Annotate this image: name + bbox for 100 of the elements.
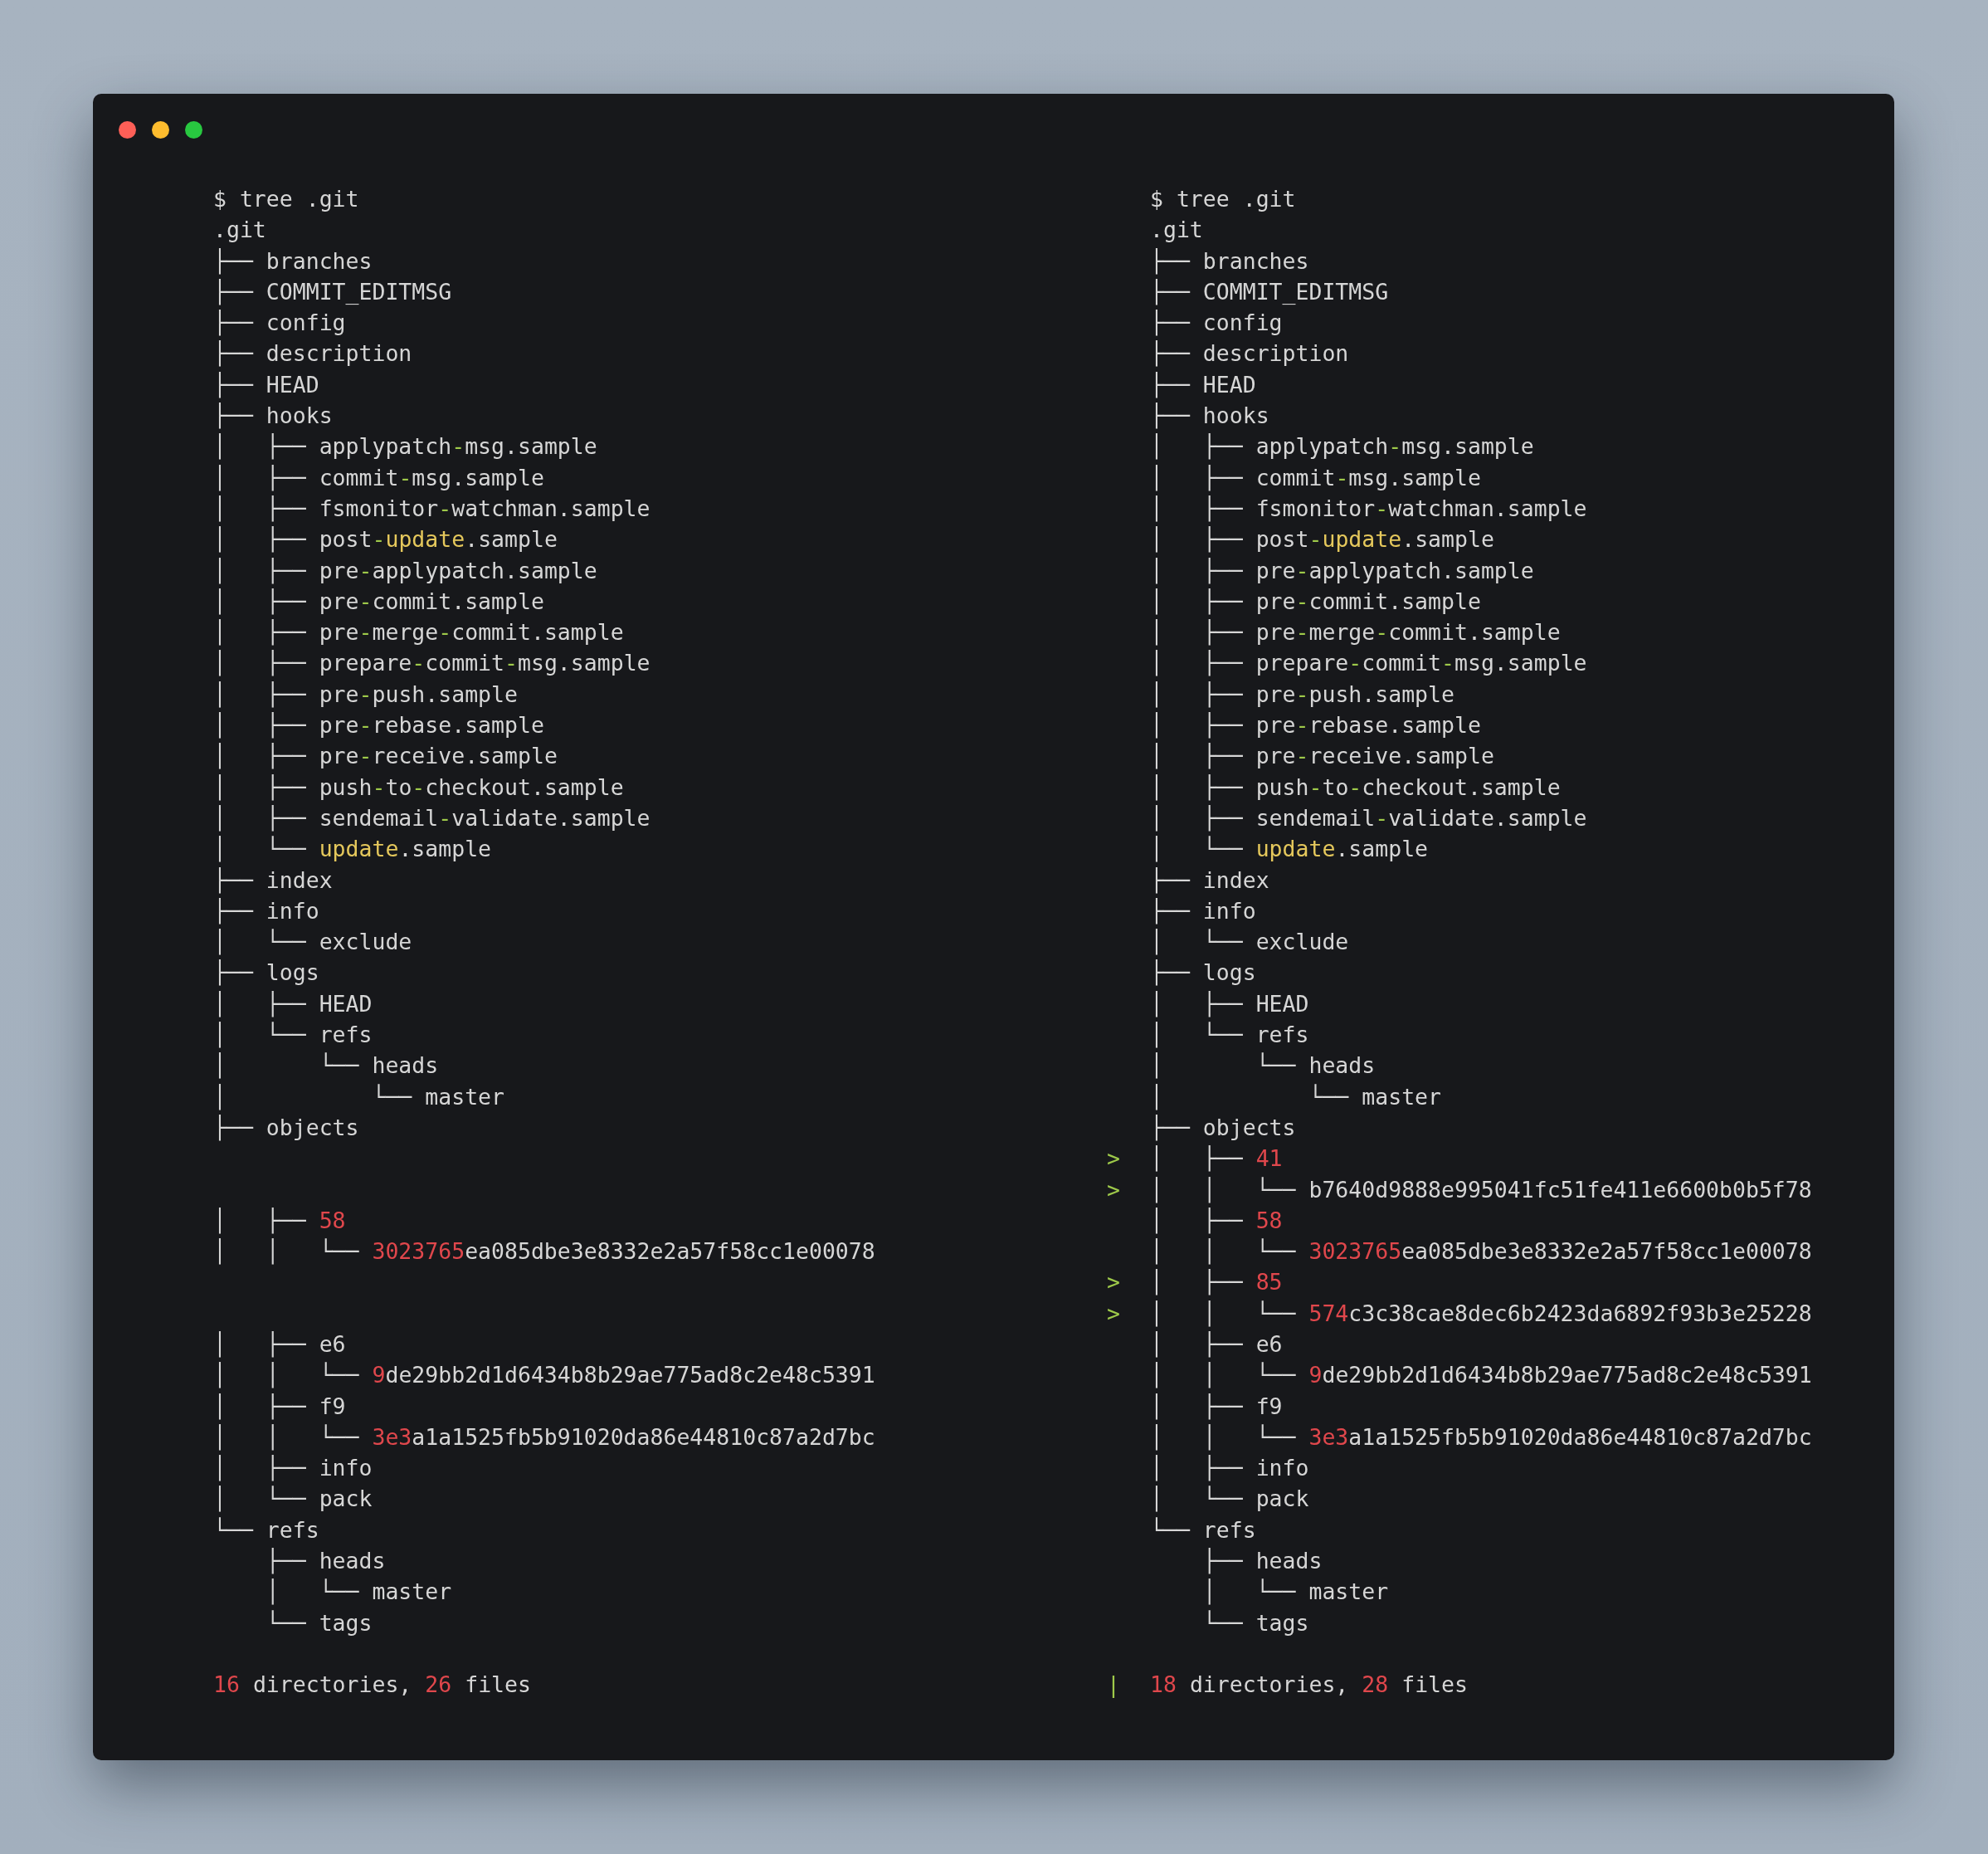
terminal-line: │ └── master: [213, 1082, 504, 1112]
terminal-line: │ ├── sendemail-validate.sample: [213, 803, 650, 833]
terminal-line: └── tags: [1201, 1608, 1309, 1637]
terminal-line: ├── description: [1150, 339, 1349, 368]
terminal-line: │ │ └── 3e3a1a1525fb5b91020da86e44810c87a2d7bc: [213, 1422, 875, 1452]
diff-marker: >: [1107, 1268, 1120, 1297]
terminal-line: $ tree .git: [213, 185, 359, 213]
terminal-line: │ ├── 41: [1150, 1144, 1283, 1173]
terminal-line: │ └── heads: [1150, 1051, 1376, 1081]
terminal-line: │ └── heads: [213, 1051, 439, 1081]
terminal-line: │ ├── pre-applypatch.sample: [213, 556, 597, 586]
terminal-line: └── tags: [265, 1608, 373, 1637]
terminal-line: .git: [213, 216, 266, 245]
terminal-line: │ └── master: [1201, 1578, 1389, 1607]
terminal-line: │ └── pack: [1150, 1485, 1309, 1514]
terminal-line: $ tree .git: [1150, 185, 1296, 213]
terminal-line: 18 directories, 28 files: [1150, 1671, 1468, 1700]
terminal-line: │ ├── pre-receive.sample: [213, 742, 558, 771]
terminal-line: │ └── exclude: [1150, 928, 1349, 957]
terminal-line: │ ├── f9: [1150, 1392, 1283, 1422]
terminal-line: │ ├── HEAD: [213, 989, 373, 1019]
terminal-line: ├── COMMIT_EDITMSG: [1150, 277, 1389, 307]
diff-marker: >: [1107, 1175, 1120, 1204]
terminal-line: │ ├── pre-commit.sample: [1150, 587, 1481, 617]
terminal-line: │ │ └── 3e3a1a1525fb5b91020da86e44810c87a2d7bc: [1150, 1422, 1812, 1452]
terminal-line: ├── hooks: [213, 402, 333, 431]
terminal-line: ├── info: [1150, 896, 1256, 926]
terminal-line: │ │ └── 9de29bb2d1d6434b8b29ae775ad8c2e48c5391: [213, 1361, 875, 1390]
terminal-line: │ ├── pre-receive.sample: [1150, 742, 1494, 771]
terminal-line: └── refs: [1150, 1515, 1256, 1544]
terminal-line: ├── logs: [1150, 959, 1256, 988]
terminal-line: │ ├── HEAD: [1150, 989, 1309, 1019]
terminal-line: .git: [1150, 216, 1203, 245]
terminal-line: │ ├── fsmonitor-watchman.sample: [213, 494, 650, 524]
terminal-line: │ ├── info: [1150, 1454, 1309, 1483]
terminal-line: │ ├── post-update.sample: [1150, 525, 1494, 554]
terminal-line: │ ├── applypatch-msg.sample: [1150, 432, 1534, 461]
terminal-line: │ ├── pre-push.sample: [1150, 680, 1454, 710]
terminal-line: ├── index: [213, 866, 333, 895]
terminal-line: │ │ └── 574c3c38cae8dec6b2423da6892f93b3e25228: [1150, 1299, 1812, 1329]
terminal-line: ├── branches: [1150, 246, 1309, 276]
terminal-line: │ ├── pre-rebase.sample: [1150, 711, 1481, 740]
terminal-line: │ │ └── 3023765ea085dbe3e8332e2a57f58cc1e00078: [213, 1237, 875, 1266]
terminal-line: │ ├── push-to-checkout.sample: [213, 773, 624, 803]
terminal-line: │ ├── e6: [213, 1330, 346, 1359]
terminal-line: │ ├── commit-msg.sample: [213, 463, 544, 493]
terminal-line: │ ├── sendemail-validate.sample: [1150, 803, 1587, 833]
terminal-line: │ ├── 58: [1150, 1206, 1283, 1236]
terminal-line: │ ├── info: [213, 1454, 373, 1483]
terminal-line: │ ├── applypatch-msg.sample: [213, 432, 597, 461]
terminal-line: ├── description: [213, 339, 412, 368]
terminal-line: │ ├── 85: [1150, 1268, 1283, 1297]
window-zoom-button[interactable]: [185, 121, 202, 139]
terminal-line: ├── heads: [1201, 1547, 1323, 1576]
terminal-line: ├── objects: [213, 1113, 359, 1143]
terminal-line: │ └── pack: [213, 1485, 373, 1514]
terminal-line: │ └── refs: [213, 1021, 373, 1050]
terminal-line: │ ├── 58: [213, 1206, 346, 1236]
terminal-line: │ ├── f9: [213, 1392, 346, 1422]
terminal-line: ├── hooks: [1150, 402, 1269, 431]
terminal-line: │ ├── prepare-commit-msg.sample: [213, 649, 650, 678]
terminal-line: │ │ └── 9de29bb2d1d6434b8b29ae775ad8c2e48c5391: [1150, 1361, 1812, 1390]
terminal-line: │ ├── e6: [1150, 1330, 1283, 1359]
terminal-line: ├── HEAD: [213, 370, 319, 400]
terminal-line: │ ├── push-to-checkout.sample: [1150, 773, 1561, 803]
terminal-line: │ ├── post-update.sample: [213, 525, 558, 554]
terminal-line: ├── objects: [1150, 1113, 1296, 1143]
terminal-line: │ ├── pre-applypatch.sample: [1150, 556, 1534, 586]
terminal-line: │ └── master: [1150, 1082, 1441, 1112]
terminal-line: │ └── update.sample: [213, 835, 492, 864]
terminal-line: ├── logs: [213, 959, 319, 988]
terminal-line: ├── index: [1150, 866, 1269, 895]
terminal-line: ├── HEAD: [1150, 370, 1256, 400]
terminal-line: │ ├── commit-msg.sample: [1150, 463, 1481, 493]
terminal-line: └── refs: [213, 1515, 319, 1544]
terminal-line: │ └── exclude: [213, 928, 412, 957]
terminal-line: │ │ └── 3023765ea085dbe3e8332e2a57f58cc1e00078: [1150, 1237, 1812, 1266]
terminal-line: │ └── refs: [1150, 1021, 1309, 1050]
terminal-line: │ ├── prepare-commit-msg.sample: [1150, 649, 1587, 678]
terminal-line: │ └── update.sample: [1150, 835, 1429, 864]
terminal-line: ├── config: [1150, 309, 1283, 338]
terminal-line: ├── COMMIT_EDITMSG: [213, 277, 452, 307]
diff-marker: >: [1107, 1144, 1120, 1173]
terminal-line: │ ├── pre-push.sample: [213, 680, 518, 710]
terminal-line: ├── branches: [213, 246, 373, 276]
diff-marker: |: [1107, 1671, 1120, 1700]
terminal-line: │ │ └── b7640d9888e995041fc51fe411e6600b0b5f78: [1150, 1175, 1812, 1205]
terminal-line: ├── heads: [265, 1547, 386, 1576]
terminal-line: │ ├── pre-merge-commit.sample: [213, 618, 624, 647]
terminal-line: │ ├── pre-rebase.sample: [213, 711, 544, 740]
terminal-line: ├── info: [213, 896, 319, 926]
terminal-line: ├── config: [213, 309, 346, 338]
terminal-line: │ ├── pre-commit.sample: [213, 587, 544, 617]
diff-marker: >: [1107, 1299, 1120, 1328]
window-close-button[interactable]: [119, 121, 136, 139]
terminal-line: │ ├── fsmonitor-watchman.sample: [1150, 494, 1587, 524]
terminal-line: 16 directories, 26 files: [213, 1671, 531, 1700]
terminal-line: │ └── master: [265, 1578, 452, 1607]
window-minimize-button[interactable]: [152, 121, 169, 139]
terminal-line: │ ├── pre-merge-commit.sample: [1150, 618, 1561, 647]
